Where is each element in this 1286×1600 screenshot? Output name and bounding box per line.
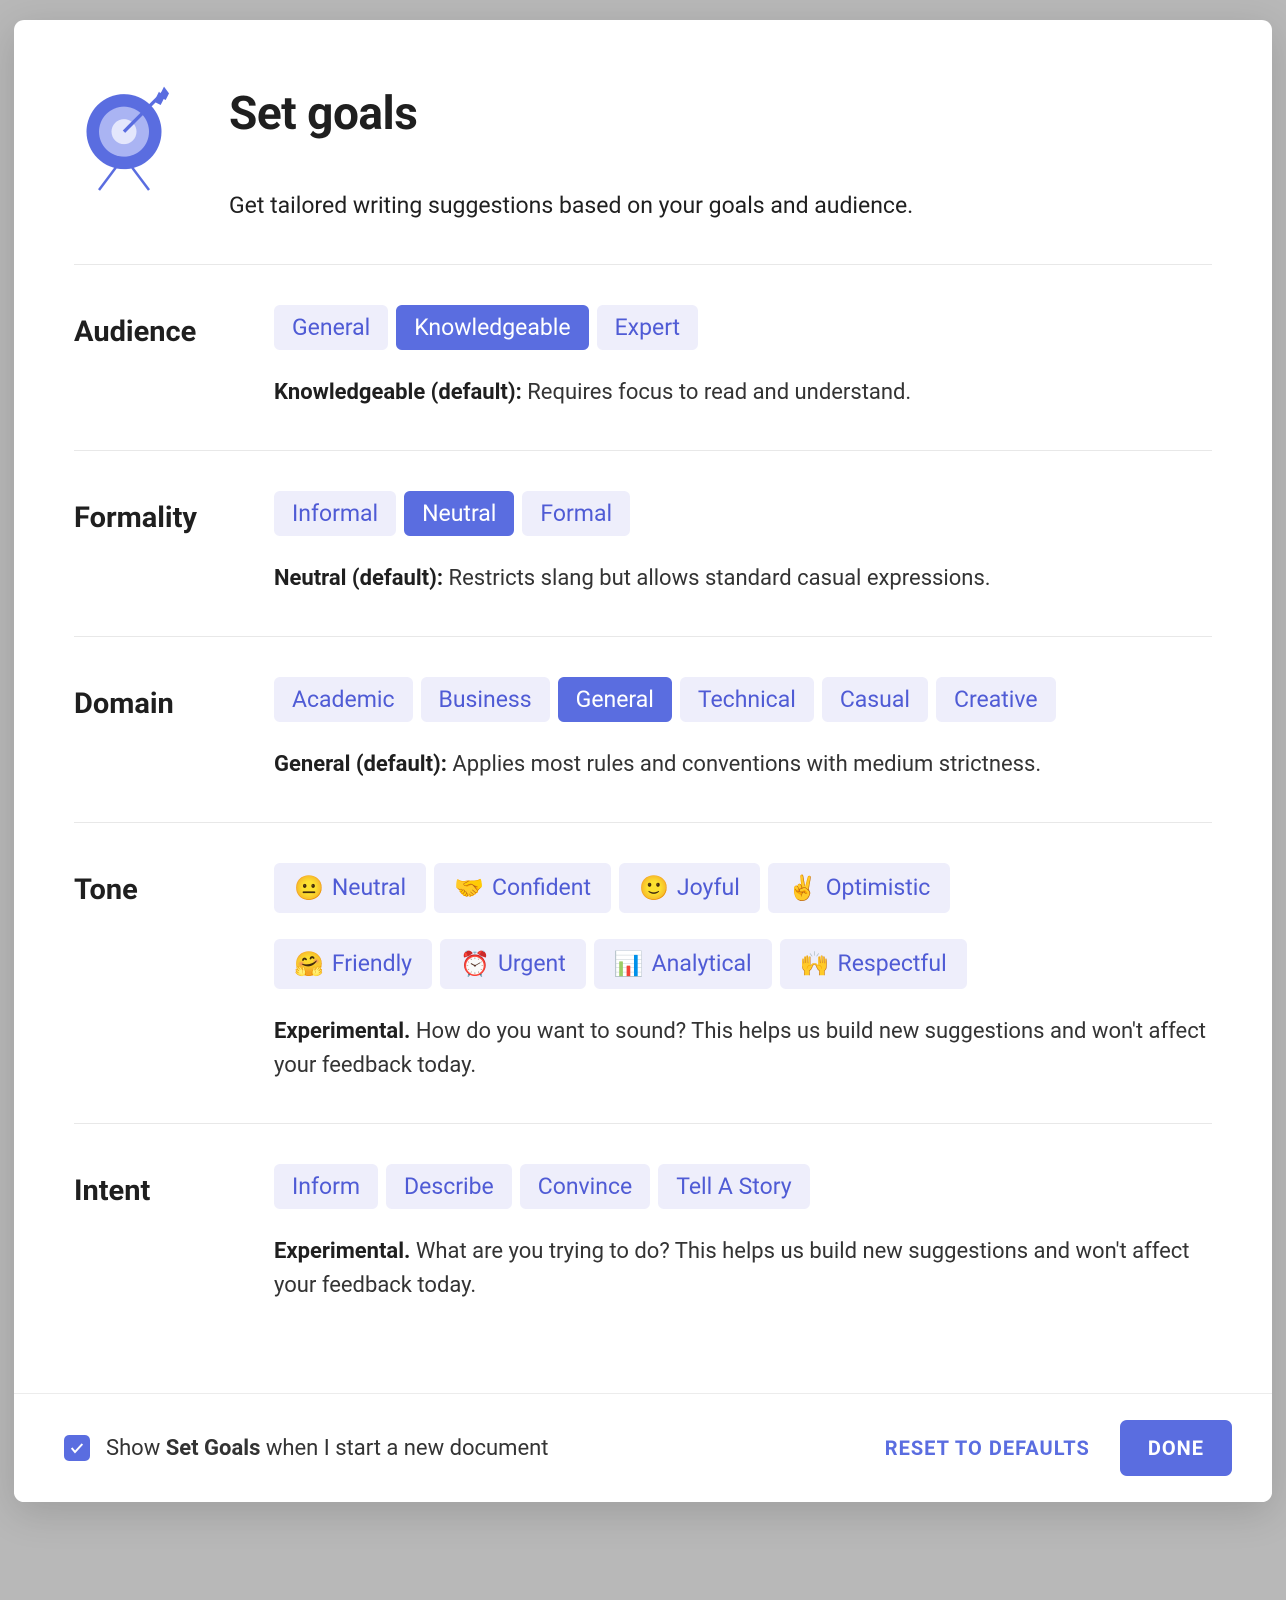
domain-label: Domain: [74, 677, 244, 727]
audience-description: Knowledgeable (default): Requires focus …: [274, 376, 1212, 410]
tone-option-label: Friendly: [332, 950, 412, 977]
intent-section: Intent InformDescribeConvinceTell A Stor…: [74, 1124, 1212, 1363]
tone-description: Experimental. How do you want to sound? …: [274, 1015, 1212, 1083]
tone-option-confident[interactable]: 🤝 Confident: [434, 863, 611, 913]
intent-option-inform[interactable]: Inform: [274, 1164, 378, 1209]
domain-option-general[interactable]: General: [558, 677, 672, 722]
domain-option-creative[interactable]: Creative: [936, 677, 1056, 722]
respectful-emoji-icon: 🙌: [800, 950, 830, 978]
audience-label: Audience: [74, 305, 244, 355]
tone-option-friendly[interactable]: 🤗 Friendly: [274, 939, 432, 989]
domain-option-business[interactable]: Business: [421, 677, 550, 722]
audience-option-knowledgeable[interactable]: Knowledgeable: [396, 305, 588, 350]
set-goals-dialog: Set goals Get tailored writing suggestio…: [14, 20, 1272, 1502]
dialog-subtitle: Get tailored writing suggestions based o…: [229, 189, 913, 224]
dialog-title: Set goals: [229, 80, 913, 149]
target-icon: [74, 80, 174, 200]
intent-label: Intent: [74, 1164, 244, 1214]
confident-emoji-icon: 🤝: [454, 874, 484, 902]
show-on-new-doc-checkbox[interactable]: [64, 1435, 90, 1461]
tone-option-analytical[interactable]: 📊 Analytical: [594, 939, 772, 989]
tone-option-joyful[interactable]: 🙂 Joyful: [619, 863, 760, 913]
formality-description: Neutral (default): Restricts slang but a…: [274, 562, 1212, 596]
formality-option-informal[interactable]: Informal: [274, 491, 396, 536]
formality-section: Formality InformalNeutralFormal Neutral …: [74, 451, 1212, 636]
urgent-emoji-icon: ⏰: [460, 950, 490, 978]
tone-option-label: Analytical: [652, 950, 752, 977]
domain-section: Domain AcademicBusinessGeneralTechnicalC…: [74, 637, 1212, 822]
domain-option-academic[interactable]: Academic: [274, 677, 413, 722]
done-button[interactable]: DONE: [1120, 1420, 1232, 1476]
tone-section: Tone 😐 Neutral 🤝 Confident 🙂 Joyful ✌️ Optimist…: [74, 823, 1212, 1123]
domain-description: General (default): Applies most rules an…: [274, 748, 1212, 782]
formality-option-neutral[interactable]: Neutral: [404, 491, 514, 536]
show-on-new-doc-label: Show Set Goals when I start a new docume…: [106, 1432, 549, 1465]
tone-option-optimistic[interactable]: ✌️ Optimistic: [768, 863, 951, 913]
audience-section: Audience GeneralKnowledgeableExpert Know…: [74, 265, 1212, 450]
tone-label: Tone: [74, 863, 244, 913]
tone-option-label: Neutral: [332, 874, 406, 901]
check-icon: [69, 1440, 85, 1456]
domain-option-casual[interactable]: Casual: [822, 677, 928, 722]
intent-option-tell-a-story[interactable]: Tell A Story: [658, 1164, 809, 1209]
domain-option-technical[interactable]: Technical: [680, 677, 814, 722]
intent-option-convince[interactable]: Convince: [520, 1164, 650, 1209]
neutral-emoji-icon: 😐: [294, 874, 324, 902]
audience-option-expert[interactable]: Expert: [597, 305, 698, 350]
joyful-emoji-icon: 🙂: [639, 874, 669, 902]
tone-option-label: Urgent: [498, 950, 566, 977]
intent-description: Experimental. What are you trying to do?…: [274, 1235, 1212, 1303]
tone-option-label: Confident: [492, 874, 591, 901]
tone-option-respectful[interactable]: 🙌 Respectful: [780, 939, 967, 989]
audience-option-general[interactable]: General: [274, 305, 388, 350]
dialog-footer: Show Set Goals when I start a new docume…: [14, 1393, 1272, 1502]
tone-option-urgent[interactable]: ⏰ Urgent: [440, 939, 586, 989]
friendly-emoji-icon: 🤗: [294, 950, 324, 978]
formality-option-formal[interactable]: Formal: [522, 491, 630, 536]
tone-option-neutral[interactable]: 😐 Neutral: [274, 863, 426, 913]
tone-option-label: Joyful: [677, 874, 740, 901]
tone-option-label: Optimistic: [826, 874, 931, 901]
intent-option-describe[interactable]: Describe: [386, 1164, 512, 1209]
reset-to-defaults-button[interactable]: RESET TO DEFAULTS: [885, 1436, 1090, 1460]
formality-label: Formality: [74, 491, 244, 541]
tone-option-label: Respectful: [838, 950, 947, 977]
optimistic-emoji-icon: ✌️: [788, 874, 818, 902]
dialog-header: Set goals Get tailored writing suggestio…: [74, 80, 1212, 264]
analytical-emoji-icon: 📊: [614, 950, 644, 978]
